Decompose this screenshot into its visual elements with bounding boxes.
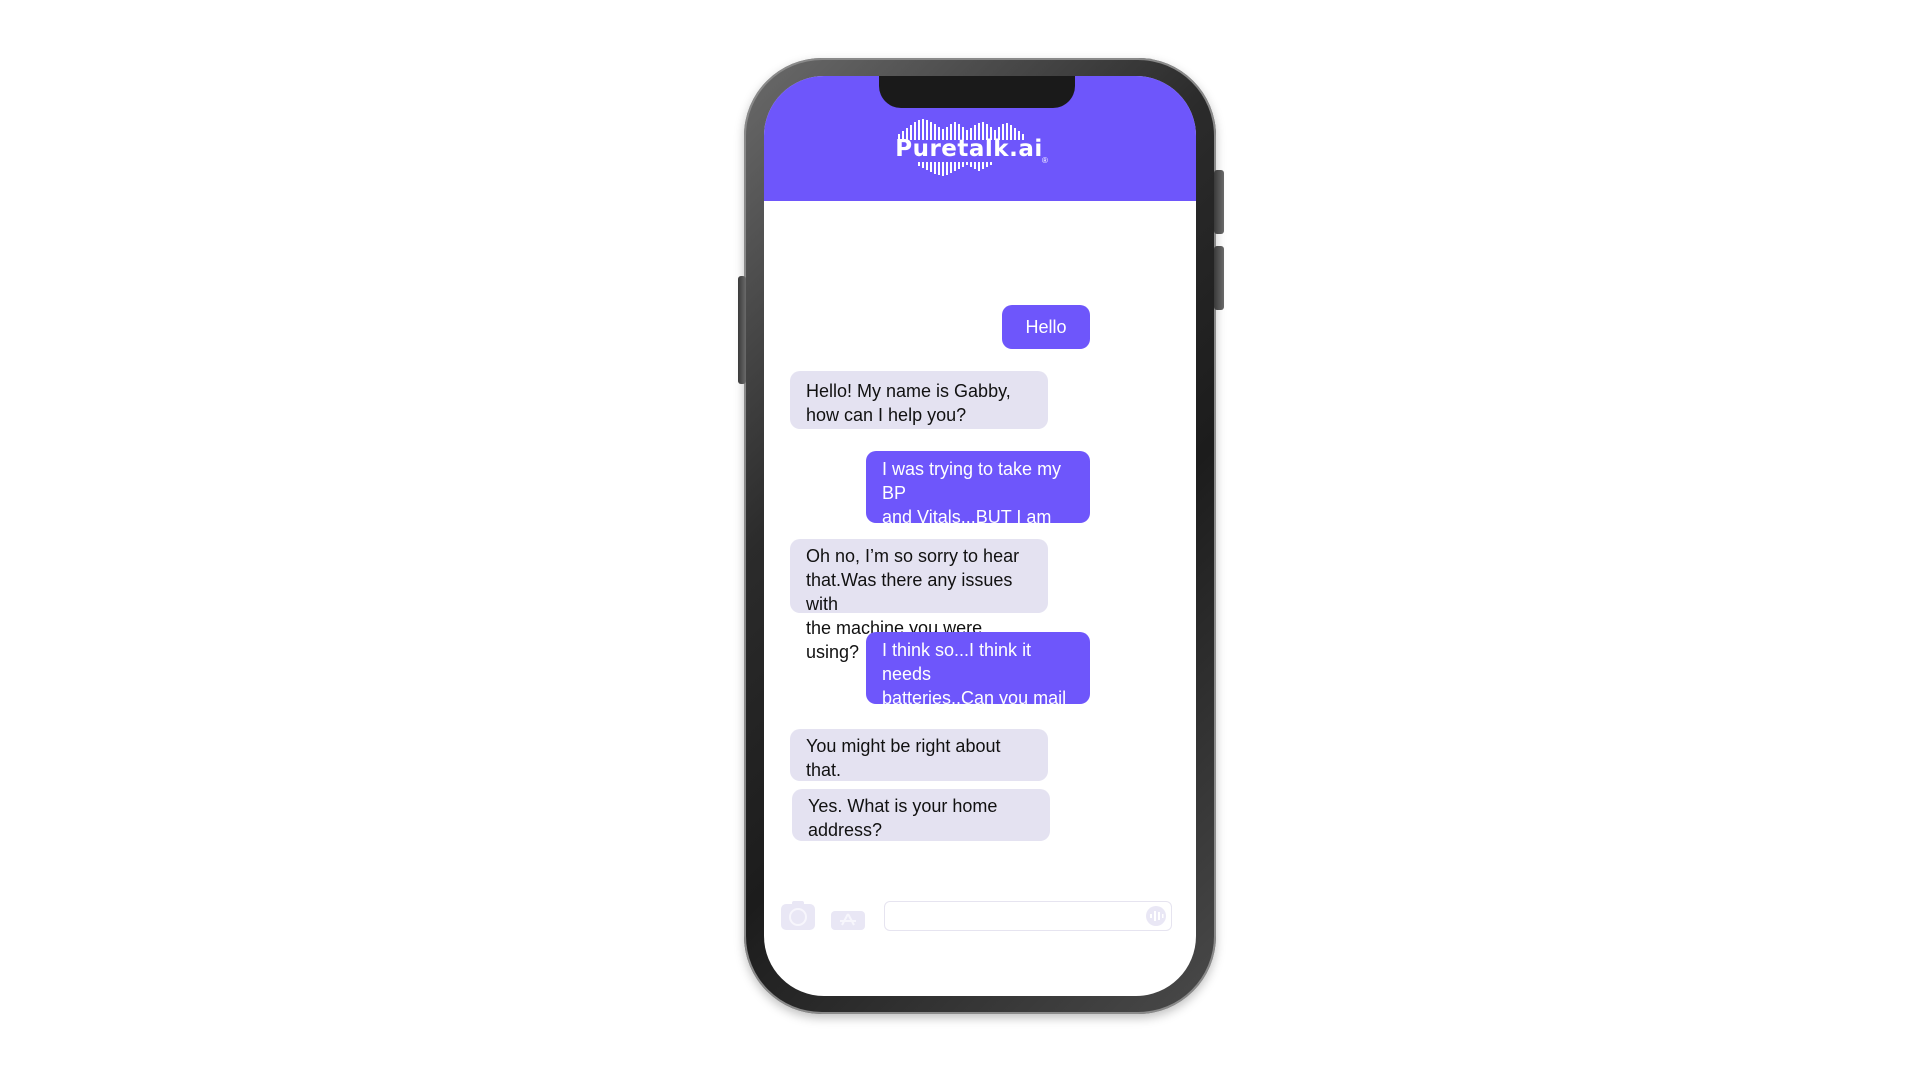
message-line: I think so...I think it needs bbox=[882, 640, 1032, 684]
message-text: Hello bbox=[1025, 317, 1067, 337]
message-line: address? bbox=[808, 820, 883, 840]
message-input[interactable] bbox=[893, 902, 1137, 930]
side-button-bottom bbox=[1214, 246, 1224, 310]
message-received: Hello! My name is Gabby, how can I help … bbox=[790, 371, 1048, 429]
message-received: Oh no, I’m so sorry to hear that.Was the… bbox=[790, 539, 1048, 662]
message-line: Hello! My name is Gabby, bbox=[806, 381, 1011, 401]
message-line: batteries..Can you mail bbox=[882, 688, 1067, 708]
message-line: I was trying to take my BP bbox=[882, 459, 1062, 503]
logo-text: Puretalk.ai bbox=[895, 136, 1043, 162]
message-received: You might be right about that. bbox=[790, 729, 1048, 781]
volume-button bbox=[738, 276, 746, 384]
message-line: that. bbox=[806, 760, 842, 780]
phone-screen: Puretalk.ai ® Hello Hello! My name is Ga… bbox=[764, 76, 1196, 996]
stage: Puretalk.ai ® Hello Hello! My name is Ga… bbox=[0, 0, 1920, 1080]
message-line: You might be right about bbox=[806, 736, 1001, 756]
message-line: how can I help you? bbox=[806, 405, 967, 425]
side-button-top bbox=[1214, 170, 1224, 234]
sound-wave-reflection-icon bbox=[918, 162, 992, 176]
message-line: that.Was there any issues with bbox=[806, 570, 1013, 614]
chat-header: Puretalk.ai ® bbox=[764, 76, 1196, 201]
message-line: and Vitals...BUT I am bbox=[882, 507, 1052, 527]
notch bbox=[879, 76, 1075, 108]
registered-mark: ® bbox=[1042, 156, 1048, 165]
camera-icon[interactable] bbox=[780, 901, 816, 931]
message-sent: I think so...I think it needs batteries.… bbox=[866, 632, 1090, 732]
message-received: Yes. What is your home address? bbox=[792, 789, 1050, 841]
puretalk-logo: Puretalk.ai ® bbox=[894, 118, 1064, 180]
message-sent: Hello bbox=[1002, 305, 1090, 349]
message-line: Yes. What is your home bbox=[808, 796, 998, 816]
app-store-icon[interactable] bbox=[830, 909, 866, 931]
message-input-box[interactable] bbox=[884, 901, 1172, 931]
message-composer bbox=[764, 901, 1196, 941]
phone-frame: Puretalk.ai ® Hello Hello! My name is Ga… bbox=[738, 58, 1224, 1014]
message-sent: I was trying to take my BP and Vitals...… bbox=[866, 451, 1090, 551]
microphone-icon[interactable] bbox=[1145, 905, 1167, 927]
message-line: Oh no, I’m so sorry to hear bbox=[806, 546, 1020, 566]
